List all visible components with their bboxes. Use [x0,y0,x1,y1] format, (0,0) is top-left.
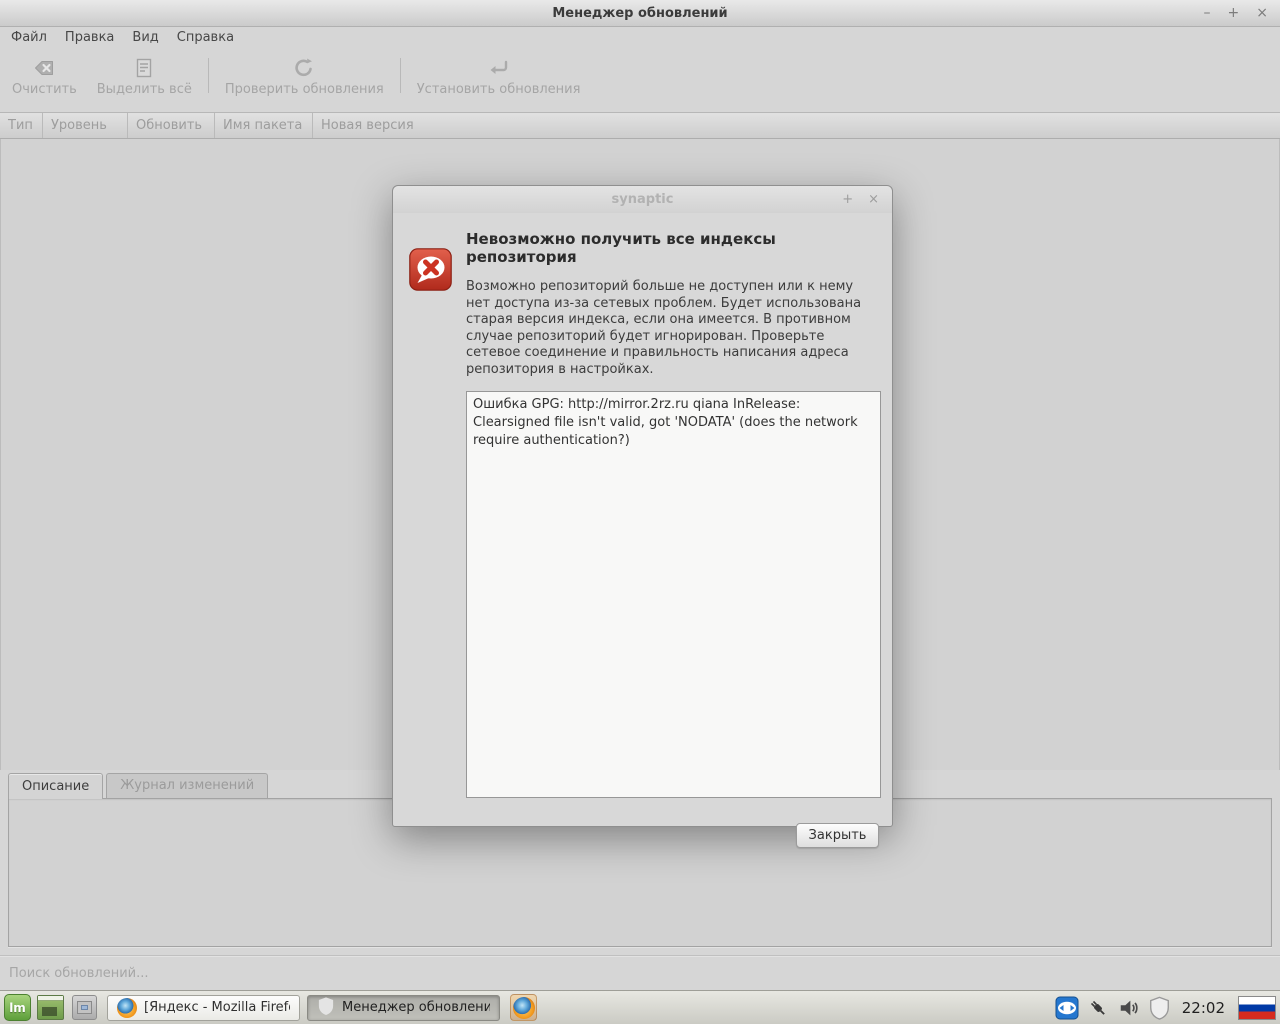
volume-icon[interactable] [1117,996,1141,1020]
select-all-icon [132,56,156,80]
status-bar: Поиск обновлений... [0,955,1280,990]
toolbar: Очистить Выделить всё [0,47,1280,105]
system-tray: 22:02 [1055,996,1276,1020]
toolbar-button-clear[interactable]: Очистить [2,50,87,103]
dialog-heading: Невозможно получить все индексы репозито… [466,230,879,266]
teamviewer-icon[interactable] [1055,996,1079,1020]
dialog-texts: Невозможно получить все индексы репозито… [466,222,879,378]
column-header-level[interactable]: Уровень [43,113,128,138]
menu-view[interactable]: Вид [123,29,167,46]
mint-logo-icon: lm [9,1001,26,1015]
taskbar: lm [Яндекс - Mozilla Firefox] Менеджер о… [0,990,1280,1024]
column-header-update[interactable]: Обновить [128,113,215,138]
dialog-title: synaptic [612,192,674,207]
mint-menu-button[interactable]: lm [4,994,31,1021]
close-dialog-button[interactable]: Закрыть [796,823,879,848]
dialog-close-button[interactable]: × [868,193,879,206]
keyboard-layout-flag-ru[interactable] [1238,996,1276,1020]
task-button-update-manager[interactable]: Менеджер обновлений [307,995,500,1021]
column-header-new-version[interactable]: Новая версия [313,113,1280,138]
dialog-content: Невозможно получить все индексы репозито… [393,213,892,848]
dialog-maximize-button[interactable]: + [842,193,853,206]
task-button-firefox[interactable]: [Яндекс - Mozilla Firefox] [107,995,300,1021]
dialog-controls: + × [842,186,879,213]
minimize-button[interactable]: – [1204,6,1211,20]
dialog-button-row: Закрыть [409,823,879,848]
synaptic-error-dialog: synaptic + × [392,185,893,827]
window-titlebar[interactable]: Менеджер обновлений – + × [0,0,1280,27]
toolbar-button-install[interactable]: Установить обновления [407,50,591,103]
taskbar-clock[interactable]: 22:02 [1182,999,1225,1017]
dialog-titlebar[interactable]: synaptic + × [393,186,892,213]
column-header-package-name[interactable]: Имя пакета [215,113,313,138]
toolbar-separator [208,58,209,93]
content-spacer [0,105,1280,112]
tab-description[interactable]: Описание [8,773,103,799]
refresh-icon [292,56,316,80]
package-table-header: Тип Уровень Обновить Имя пакета Новая ве… [0,112,1280,139]
toolbar-button-select-all[interactable]: Выделить всё [87,50,202,103]
shield-icon [317,996,335,1020]
toolbar-separator [400,58,401,93]
window-list-icon[interactable] [72,995,97,1020]
network-plug-icon[interactable] [1086,996,1110,1020]
error-speech-bubble-icon [409,248,452,291]
menu-file[interactable]: Файл [2,29,56,46]
show-desktop-icon[interactable] [37,995,64,1020]
shield-tray-icon[interactable] [1148,996,1172,1020]
menu-help[interactable]: Справка [168,29,243,46]
window-controls: – + × [1204,0,1268,26]
toolbar-button-refresh[interactable]: Проверить обновления [215,50,394,103]
firefox-icon [117,998,137,1018]
gpg-error-textview[interactable]: Ошибка GPG: http://mirror.2rz.ru qiana I… [466,391,881,798]
dialog-body-text: Возможно репозиторий больше не доступен … [466,279,879,378]
window-title: Менеджер обновлений [552,6,727,21]
close-button[interactable]: × [1256,6,1268,20]
status-text: Поиск обновлений... [9,966,149,981]
firefox-launcher-icon[interactable] [510,994,537,1021]
menubar: Файл Правка Вид Справка [0,27,1280,47]
menu-edit[interactable]: Правка [56,29,123,46]
clear-icon [32,56,56,80]
maximize-button[interactable]: + [1228,6,1240,20]
column-header-type[interactable]: Тип [0,113,43,138]
install-icon [487,56,511,80]
tab-changelog[interactable]: Журнал изменений [106,773,268,798]
desktop-screen: Менеджер обновлений – + × Файл Правка Ви… [0,0,1280,1024]
